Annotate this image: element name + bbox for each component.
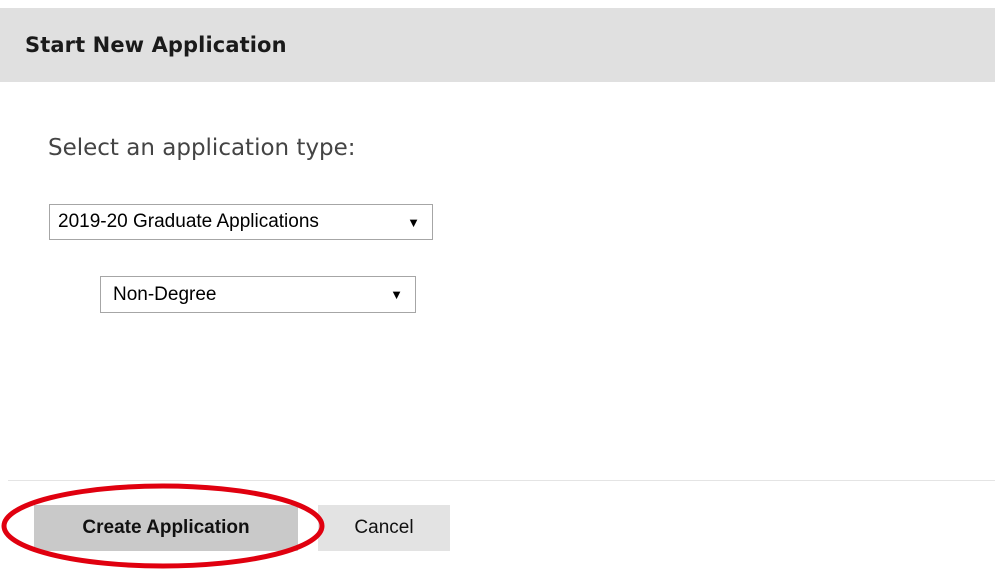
- application-type-select[interactable]: 2019-20 Graduate Applications ▼: [49, 204, 433, 240]
- dropdown-arrow-icon: ▼: [407, 214, 420, 230]
- application-category-selected-value: Non-Degree: [113, 283, 217, 305]
- application-category-select[interactable]: Non-Degree ▼: [100, 276, 416, 313]
- create-application-button[interactable]: Create Application: [34, 505, 298, 551]
- application-type-selected-value: 2019-20 Graduate Applications: [58, 211, 319, 232]
- dialog-header: Start New Application: [0, 8, 995, 82]
- application-type-prompt: Select an application type:: [48, 135, 356, 161]
- dropdown-arrow-icon: ▼: [390, 287, 403, 302]
- dialog-title: Start New Application: [25, 33, 287, 57]
- footer-divider: [8, 480, 995, 481]
- cancel-button[interactable]: Cancel: [318, 505, 450, 551]
